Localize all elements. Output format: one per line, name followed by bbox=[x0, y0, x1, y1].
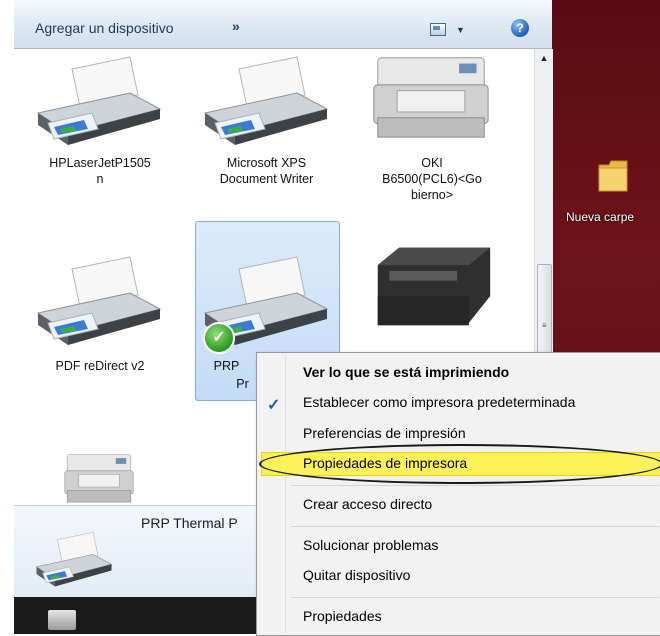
menu-item-properties[interactable]: Propiedades bbox=[303, 608, 382, 624]
multifunction-printer-icon bbox=[368, 50, 494, 142]
laser-printer-icon bbox=[370, 236, 496, 332]
multifunction-printer-icon bbox=[54, 450, 144, 505]
device-label-line2: n bbox=[96, 172, 104, 186]
printer-icon bbox=[201, 54, 331, 150]
device-label-line1: OKI bbox=[421, 156, 443, 170]
help-icon[interactable]: ? bbox=[511, 19, 529, 37]
context-menu: Ver lo que se está imprimiendo ✓ Estable… bbox=[256, 352, 660, 636]
menu-separator bbox=[291, 485, 659, 486]
printer-icon bbox=[34, 54, 164, 150]
default-check-icon: ✓ bbox=[203, 322, 235, 354]
menu-separator bbox=[291, 597, 659, 598]
printer-icon bbox=[34, 530, 114, 590]
menu-item-troubleshoot[interactable]: Solucionar problemas bbox=[303, 537, 438, 553]
device-item-hplaserjet[interactable]: HPLaserJetP1505 n bbox=[30, 50, 170, 186]
device-label-line2: Document Writer bbox=[219, 172, 314, 186]
more-commands-button[interactable]: » bbox=[232, 18, 240, 34]
printer-icon bbox=[34, 254, 164, 350]
device-item-microsoft-xps[interactable]: Microsoft XPS Document Writer bbox=[195, 50, 338, 186]
device-label-line2: B6500(PCL6)<Go bbox=[382, 172, 482, 186]
menu-item-see-printing[interactable]: Ver lo que se está imprimiendo bbox=[303, 364, 509, 380]
device-label-line1: Microsoft XPS bbox=[226, 156, 307, 170]
menu-item-remove-device[interactable]: Quitar dispositivo bbox=[303, 567, 410, 583]
device-label-line1: PDF reDirect v2 bbox=[55, 359, 145, 373]
menu-item-printer-properties[interactable]: Propiedades de impresora bbox=[303, 455, 467, 471]
desktop-folder-label[interactable]: Nueva carpe bbox=[566, 210, 634, 224]
menu-gutter bbox=[285, 355, 286, 633]
device-label-line3: bierno> bbox=[410, 188, 454, 202]
menu-item-create-shortcut[interactable]: Crear acceso directo bbox=[303, 496, 432, 512]
chevron-down-icon[interactable]: ▼ bbox=[456, 25, 465, 35]
menu-item-print-preferences[interactable]: Preferencias de impresión bbox=[303, 425, 466, 441]
menu-separator bbox=[291, 526, 659, 527]
view-icon[interactable] bbox=[430, 23, 446, 36]
device-item-laser[interactable] bbox=[362, 232, 502, 342]
add-device-button[interactable]: Agregar un dispositivo bbox=[35, 20, 174, 36]
details-title: PRP Thermal P bbox=[141, 515, 238, 531]
toolbar: Agregar un dispositivo » ▼ ? bbox=[14, 0, 552, 49]
scroll-up-arrow[interactable]: ▲ bbox=[535, 53, 553, 67]
device-item-pdf-redirect[interactable]: PDF reDirect v2 bbox=[30, 250, 170, 380]
device-label-line1: HPLaserJetP1505 bbox=[49, 156, 151, 170]
taskbar-app-icon[interactable] bbox=[48, 610, 76, 630]
folder-icon[interactable] bbox=[597, 155, 629, 195]
device-item-partial[interactable] bbox=[54, 450, 144, 505]
checkmark-icon: ✓ bbox=[267, 397, 281, 414]
device-item-oki[interactable]: OKI B6500(PCL6)<Go bierno> bbox=[362, 50, 502, 215]
menu-item-set-default[interactable]: Establecer como impresora predeterminada bbox=[303, 394, 575, 410]
scroll-grip-icon: ≡ bbox=[542, 321, 547, 330]
